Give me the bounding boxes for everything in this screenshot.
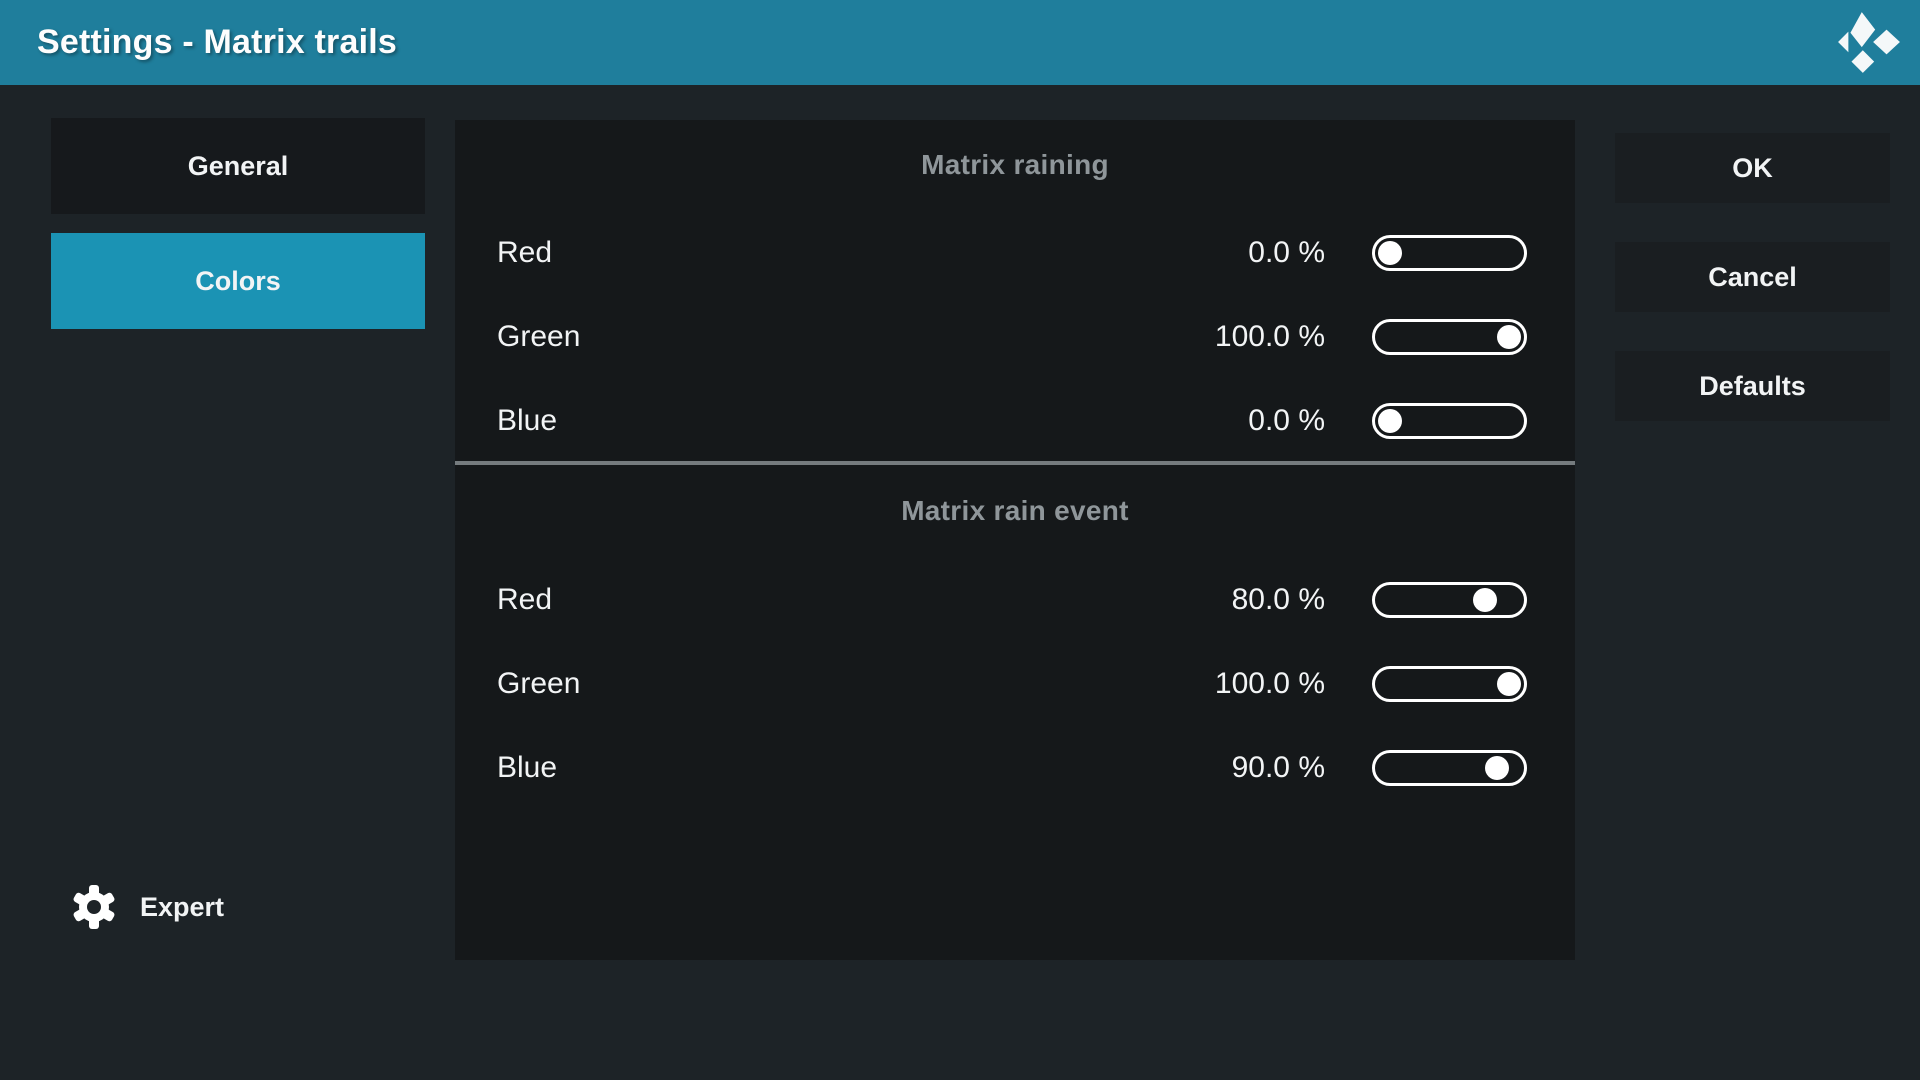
slider-knob[interactable]: [1473, 588, 1497, 612]
setting-row-raining-red[interactable]: Red 0.0 %: [455, 211, 1575, 295]
settings-level-button[interactable]: Expert: [70, 882, 224, 932]
level-label: Expert: [140, 892, 224, 923]
setting-label: Blue: [497, 751, 1232, 785]
group-title-matrix-raining: Matrix raining: [455, 144, 1575, 186]
setting-row-event-blue[interactable]: Blue 90.0 %: [455, 726, 1575, 810]
window-titlebar: Settings - Matrix trails: [0, 0, 1920, 85]
tab-general-label: General: [188, 151, 289, 182]
slider-raining-red[interactable]: [1372, 235, 1527, 271]
setting-value: 100.0 %: [1215, 667, 1325, 701]
sidebar: General Colors: [51, 118, 425, 348]
tab-colors-label: Colors: [195, 266, 281, 297]
slider-raining-green[interactable]: [1372, 319, 1527, 355]
action-buttons: OK Cancel Defaults: [1615, 133, 1890, 460]
slider-knob[interactable]: [1378, 409, 1402, 433]
defaults-button-label: Defaults: [1699, 371, 1806, 402]
defaults-button[interactable]: Defaults: [1615, 351, 1890, 421]
setting-row-raining-green[interactable]: Green 100.0 %: [455, 295, 1575, 379]
setting-row-event-green[interactable]: Green 100.0 %: [455, 642, 1575, 726]
group-title-matrix-rain-event: Matrix rain event: [455, 490, 1575, 532]
cancel-button-label: Cancel: [1708, 262, 1797, 293]
setting-value: 80.0 %: [1232, 583, 1325, 617]
setting-value: 100.0 %: [1215, 320, 1325, 354]
setting-label: Red: [497, 583, 1232, 617]
setting-value: 0.0 %: [1248, 236, 1325, 270]
setting-label: Blue: [497, 404, 1248, 438]
group-divider: [455, 461, 1575, 465]
slider-event-blue[interactable]: [1372, 750, 1527, 786]
setting-value: 90.0 %: [1232, 751, 1325, 785]
setting-label: Green: [497, 667, 1215, 701]
cancel-button[interactable]: Cancel: [1615, 242, 1890, 312]
setting-row-event-red[interactable]: Red 80.0 %: [455, 558, 1575, 642]
settings-panel: Matrix raining Red 0.0 % Green 100.0 % B…: [455, 120, 1575, 960]
gear-icon: [70, 883, 118, 931]
slider-raining-blue[interactable]: [1372, 403, 1527, 439]
slider-knob[interactable]: [1497, 672, 1521, 696]
setting-label: Green: [497, 320, 1215, 354]
tab-colors[interactable]: Colors: [51, 233, 425, 329]
slider-event-green[interactable]: [1372, 666, 1527, 702]
kodi-logo-icon: [1836, 11, 1902, 75]
ok-button-label: OK: [1732, 153, 1773, 184]
slider-knob[interactable]: [1378, 241, 1402, 265]
page-title: Settings - Matrix trails: [37, 23, 397, 62]
slider-knob[interactable]: [1485, 756, 1509, 780]
setting-value: 0.0 %: [1248, 404, 1325, 438]
ok-button[interactable]: OK: [1615, 133, 1890, 203]
slider-knob[interactable]: [1497, 325, 1521, 349]
setting-row-raining-blue[interactable]: Blue 0.0 %: [455, 379, 1575, 463]
slider-event-red[interactable]: [1372, 582, 1527, 618]
setting-label: Red: [497, 236, 1248, 270]
tab-general[interactable]: General: [51, 118, 425, 214]
